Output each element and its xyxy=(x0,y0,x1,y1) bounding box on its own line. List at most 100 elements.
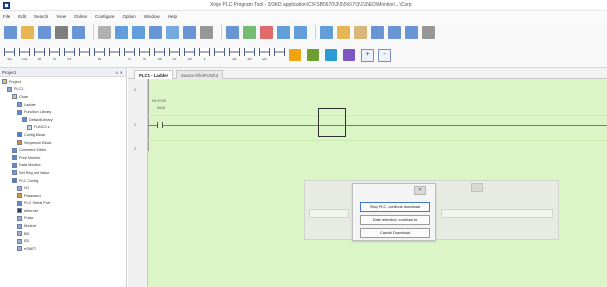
network-icon xyxy=(17,246,22,252)
cancel-download-button[interactable]: Cancel Download xyxy=(360,228,430,238)
panel-controls[interactable]: ⨯ ✕ xyxy=(115,70,123,75)
copy-icon[interactable] xyxy=(72,25,85,39)
block-icon[interactable] xyxy=(166,25,179,39)
tree-node[interactable]: FUNC2.c xyxy=(0,124,126,132)
tree-node[interactable]: Data Monitor xyxy=(0,162,126,170)
tree-node[interactable]: PLC1 xyxy=(0,86,126,94)
mrd-icon[interactable]: af3 xyxy=(244,47,255,63)
ladder-cursor[interactable] xyxy=(318,108,346,137)
device-comment: M100 xyxy=(157,106,166,110)
tree-node[interactable]: DefaultLibrary xyxy=(0,116,126,124)
tree-node[interactable]: PLC Serial Port xyxy=(0,200,126,208)
menu-item-file[interactable]: File xyxy=(3,14,10,19)
folder-icon[interactable] xyxy=(337,25,350,39)
menu-item-search[interactable]: Search xyxy=(34,14,48,19)
tree-node[interactable]: PLC Config xyxy=(0,177,126,185)
ladder-editor[interactable]: 0 1 2 0H+D+00 M100 ✕ Stop PLC, continue … xyxy=(128,79,607,287)
image-icon[interactable] xyxy=(371,25,384,39)
table-icon[interactable] xyxy=(405,25,418,39)
contact-symbol[interactable] xyxy=(157,122,158,128)
open-icon[interactable] xyxy=(21,25,34,39)
print-icon[interactable] xyxy=(200,25,213,39)
tree-node[interactable]: Project xyxy=(0,78,126,86)
tree-node[interactable]: Pulse xyxy=(0,215,126,223)
data-retention-continue-button[interactable]: Date retention, continue to xyxy=(360,215,430,225)
parallel-icon[interactable]: DT xyxy=(64,47,75,63)
download-icon[interactable] xyxy=(320,25,333,39)
new-icon[interactable] xyxy=(4,25,17,39)
upload-icon[interactable] xyxy=(294,25,307,39)
contact-no-icon[interactable]: Tes xyxy=(4,47,15,63)
tree-node[interactable]: Module xyxy=(0,222,126,230)
data-icon xyxy=(12,162,17,168)
zoom-in-icon[interactable]: + xyxy=(361,48,374,62)
reset-icon[interactable]: sf8 xyxy=(184,47,195,63)
tree-node[interactable]: Function Library xyxy=(0,108,126,116)
pulse-down-icon[interactable]: f5 xyxy=(139,47,150,63)
stop-plc-continue-button[interactable]: Stop PLC, continue download xyxy=(360,202,430,212)
tree-node[interactable]: Code xyxy=(0,93,126,101)
color-tool-button[interactable] xyxy=(307,49,319,61)
folder-icon xyxy=(12,94,17,100)
vline-icon[interactable]: fM xyxy=(94,47,105,63)
chart-icon[interactable] xyxy=(388,25,401,39)
cut-icon[interactable] xyxy=(55,25,68,39)
undo-icon[interactable] xyxy=(115,25,128,39)
menu-item-online[interactable]: Online xyxy=(74,14,87,19)
inv-icon[interactable] xyxy=(214,47,225,63)
tree-node[interactable]: ED xyxy=(0,237,126,245)
user-icon[interactable] xyxy=(354,25,367,39)
instr-icon[interactable]: sf6 xyxy=(154,47,165,63)
hline-icon[interactable] xyxy=(109,47,120,63)
tree-node[interactable]: Config Block xyxy=(0,131,126,139)
paste-icon[interactable] xyxy=(98,25,111,39)
tree-node[interactable]: Set Reg Init Value xyxy=(0,169,126,177)
func-icon[interactable] xyxy=(274,47,285,63)
pulse-up-icon[interactable]: f4 xyxy=(124,47,135,63)
mpp-icon[interactable]: af4 xyxy=(259,47,270,63)
contact-nc-icon[interactable]: rUet xyxy=(19,47,30,63)
ethernet-icon xyxy=(17,208,22,214)
tree-node[interactable]: Password xyxy=(0,192,126,200)
menu-item-window[interactable]: Window xyxy=(144,14,160,19)
menu-item-configure[interactable]: Configure xyxy=(95,14,115,19)
set-icon[interactable]: sf7 xyxy=(169,47,180,63)
tree-node[interactable]: Comment Editor xyxy=(0,146,126,154)
color-tool-button[interactable] xyxy=(325,49,337,61)
color-tool-button[interactable] xyxy=(289,49,301,61)
menu-item-option[interactable]: Option xyxy=(123,14,136,19)
monitor-icon[interactable] xyxy=(277,25,290,39)
list-icon[interactable] xyxy=(183,25,196,39)
mpp-icon-glyph xyxy=(259,48,270,56)
color-tool-button[interactable] xyxy=(343,49,355,61)
menu-item-help[interactable]: Help xyxy=(168,14,177,19)
tool-caption: sf7 xyxy=(172,57,177,61)
tree-node[interactable]: Free Monitor xyxy=(0,154,126,162)
tree-node[interactable]: Sequence Block xyxy=(0,139,126,147)
edge-icon[interactable]: M xyxy=(49,47,60,63)
settings-icon[interactable] xyxy=(226,25,239,39)
zoom-out-icon[interactable]: - xyxy=(378,48,391,62)
close-icon[interactable]: ✕ xyxy=(414,186,426,195)
tab-ladder[interactable]: PLC1 - Ladder xyxy=(134,70,174,79)
branch-icon-glyph xyxy=(79,48,90,56)
tree-node[interactable]: ethernet xyxy=(0,207,126,215)
menu-item-view[interactable]: View xyxy=(56,14,66,19)
find-icon[interactable] xyxy=(149,25,162,39)
tree-node[interactable]: eSNET xyxy=(0,245,126,253)
tree-node[interactable]: I/O xyxy=(0,184,126,192)
tree-node[interactable]: Ladder xyxy=(0,101,126,109)
tab-source-func2[interactable]: Source:File\FUNC2 xyxy=(176,70,224,79)
mps-icon[interactable]: af1 xyxy=(229,47,240,63)
menu-item-edit[interactable]: Edit xyxy=(18,14,26,19)
save-icon[interactable] xyxy=(38,25,51,39)
minus-icon[interactable] xyxy=(422,25,435,39)
title-bar: Xinje PLC Program Tool - 3/3KD applicati… xyxy=(0,0,607,11)
branch-icon[interactable] xyxy=(79,47,90,63)
redo-icon[interactable] xyxy=(132,25,145,39)
run-icon[interactable] xyxy=(243,25,256,39)
tree-node[interactable]: BD xyxy=(0,230,126,238)
out-icon[interactable]: fi xyxy=(199,47,210,63)
coil-icon[interactable]: tM xyxy=(34,47,45,63)
stop-icon[interactable] xyxy=(260,25,273,39)
